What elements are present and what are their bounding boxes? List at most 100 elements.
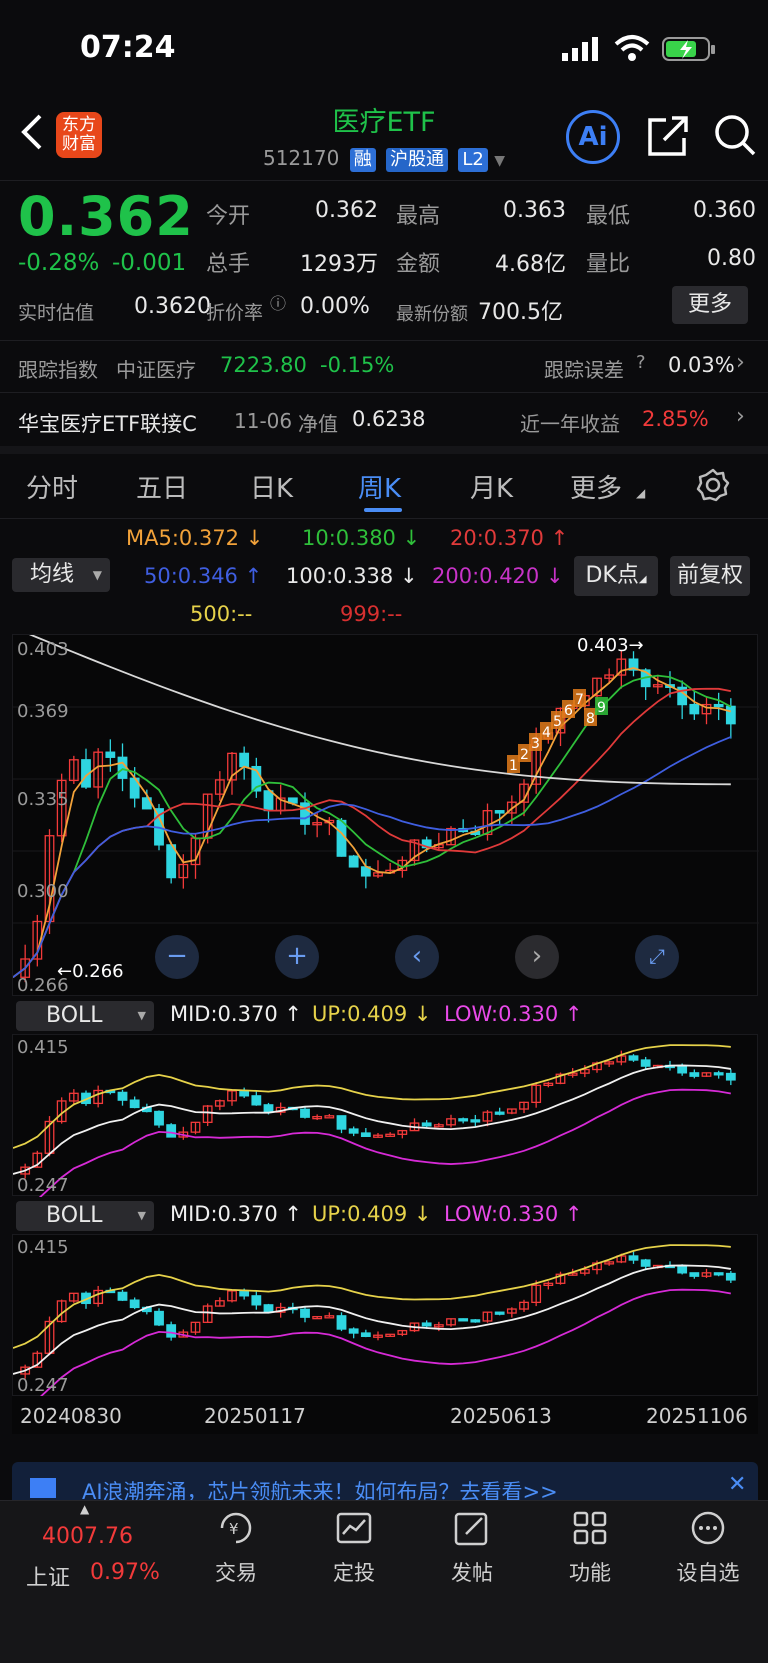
- caret-down-icon: ▼: [494, 153, 506, 169]
- candle-body: [458, 1318, 469, 1322]
- y-label: 0.247: [17, 1375, 69, 1396]
- gear-icon[interactable]: [696, 468, 730, 502]
- ai-button[interactable]: Ai: [566, 110, 620, 164]
- nav-trade[interactable]: ¥ 交易: [186, 1510, 286, 1587]
- promo-banner[interactable]: AI浪潮奔涌，芯片领航未来！如何布局？去看看>> ✕: [12, 1462, 758, 1502]
- ma500-legend: 500:--: [190, 602, 253, 626]
- chart-icon: [336, 1512, 372, 1544]
- dk-number: 1: [509, 758, 518, 774]
- candle-body: [677, 1265, 688, 1274]
- dk-number: 4: [542, 725, 551, 741]
- ma100-legend: 100:0.338 ↓: [286, 564, 418, 588]
- more-circle-icon: [691, 1511, 725, 1545]
- chevron-right-icon: ›: [531, 941, 543, 971]
- candle-body: [251, 1095, 262, 1106]
- tab-intraday[interactable]: 分时: [26, 468, 78, 505]
- candle-body: [640, 1059, 651, 1067]
- candle-body: [628, 1055, 639, 1061]
- amount-label: 金额: [396, 252, 441, 277]
- dk-point-button[interactable]: DK点◢: [574, 556, 658, 596]
- boll-chart-2[interactable]: 0.415 0.247: [12, 1234, 758, 1410]
- more-button[interactable]: 更多: [672, 286, 748, 324]
- stock-code: 512170: [262, 146, 340, 170]
- index-name: 中证医疗: [116, 358, 196, 382]
- candle-body: [348, 1128, 359, 1134]
- scroll-left-button[interactable]: ‹: [395, 935, 439, 979]
- signal-icon: [562, 37, 598, 61]
- change-abs: -0.001: [112, 250, 187, 276]
- tracking-row[interactable]: 跟踪指数 中证医疗 7223.80 -0.15% 跟踪误差 ? 0.03% ›: [0, 340, 768, 390]
- indicator-selector[interactable]: BOLL ▼: [16, 1201, 154, 1231]
- candle-body: [129, 1099, 140, 1109]
- close-icon[interactable]: ✕: [728, 1472, 746, 1497]
- y-label: 0.300: [17, 881, 69, 902]
- amount-value: 4.68亿: [495, 252, 566, 277]
- candle-body: [154, 1310, 164, 1326]
- ma200-legend: 200:0.420 ↓: [432, 564, 564, 588]
- plus-icon: +: [286, 941, 308, 971]
- candle-body: [263, 1304, 274, 1313]
- candle-body: [300, 1108, 310, 1118]
- error-value: 0.03%: [668, 353, 735, 377]
- zoom-in-button[interactable]: +: [275, 935, 319, 979]
- nav-post[interactable]: 发帖: [422, 1510, 522, 1587]
- error-label: 跟踪误差: [544, 358, 624, 382]
- return-value: 2.85%: [642, 407, 709, 431]
- fullscreen-button[interactable]: ⤢: [635, 935, 679, 979]
- dk-number: 9: [597, 700, 606, 716]
- grid-icon: [573, 1511, 607, 1545]
- nav-functions[interactable]: 功能: [540, 1510, 640, 1587]
- nav-invest-plan[interactable]: 定投: [304, 1510, 404, 1587]
- divider: [0, 392, 768, 393]
- candle-body: [300, 1308, 310, 1318]
- y-label: 0.415: [17, 1237, 69, 1258]
- open-label: 今开: [206, 204, 251, 229]
- candle-body: [421, 1322, 432, 1327]
- ma5-line: [12, 667, 732, 978]
- y-label: 0.415: [17, 1037, 69, 1058]
- tab-monthly-k[interactable]: 月K: [470, 468, 513, 505]
- ma10-legend: 10:0.380 ↓: [302, 526, 421, 550]
- high-marker: 0.403→: [577, 635, 644, 656]
- boll-up: UP:0.409 ↓: [312, 1002, 432, 1026]
- candle-body: [689, 1072, 700, 1077]
- ratio-label: 量比: [586, 252, 631, 277]
- ma-selector[interactable]: 均线 ▼: [12, 558, 110, 592]
- adjust-button[interactable]: 前复权: [670, 556, 750, 596]
- candle-body: [166, 1124, 177, 1138]
- linked-fund-row[interactable]: 华宝医疗ETF联接C 11-06 净值 0.6238 近一年收益 2.85% ›: [0, 394, 768, 444]
- caret-down-icon: ▼: [137, 1209, 146, 1222]
- return-label: 近一年收益: [520, 412, 620, 436]
- caret-up-icon: ▲: [80, 1502, 90, 1516]
- boll-mid-line: [12, 1064, 731, 1175]
- indicator-selector[interactable]: BOLL ▼: [16, 1001, 154, 1031]
- megaphone-icon: [30, 1478, 56, 1498]
- main-kline-chart[interactable]: 123456789 0.403 0.369 0.335 0.300 0.266 …: [12, 626, 759, 996]
- tab-weekly-k[interactable]: 周K: [358, 468, 401, 505]
- boll-mid: MID:0.370 ↑: [170, 1002, 302, 1026]
- candle-body: [324, 1115, 335, 1119]
- scroll-right-button[interactable]: ›: [515, 935, 559, 979]
- nav-add-watchlist[interactable]: 设自选: [658, 1510, 758, 1587]
- tab-more[interactable]: 更多: [570, 468, 622, 505]
- zoom-out-button[interactable]: −: [155, 935, 199, 979]
- boll-low-line: [12, 1088, 731, 1210]
- tab-five-day[interactable]: 五日: [136, 468, 188, 505]
- candle-body: [677, 1065, 688, 1074]
- candle-body: [725, 705, 736, 725]
- y-label: 0.403: [17, 639, 69, 660]
- y-label: 0.247: [17, 1175, 69, 1196]
- candle-body: [300, 802, 310, 825]
- info-icon[interactable]: ⓘ: [270, 290, 286, 314]
- search-icon[interactable]: [712, 112, 758, 158]
- tab-daily-k[interactable]: 日K: [250, 468, 293, 505]
- candle-body: [640, 1259, 651, 1267]
- candle-body: [348, 1328, 359, 1334]
- share-icon[interactable]: [646, 114, 690, 158]
- candle-body: [628, 1255, 639, 1261]
- shares-label: 最新份额: [396, 304, 468, 325]
- boll-chart-1[interactable]: 0.415 0.247: [12, 1034, 758, 1210]
- index-quote-value[interactable]: 4007.76: [42, 1524, 133, 1549]
- candle-body: [336, 1115, 347, 1130]
- help-icon[interactable]: ?: [636, 352, 646, 373]
